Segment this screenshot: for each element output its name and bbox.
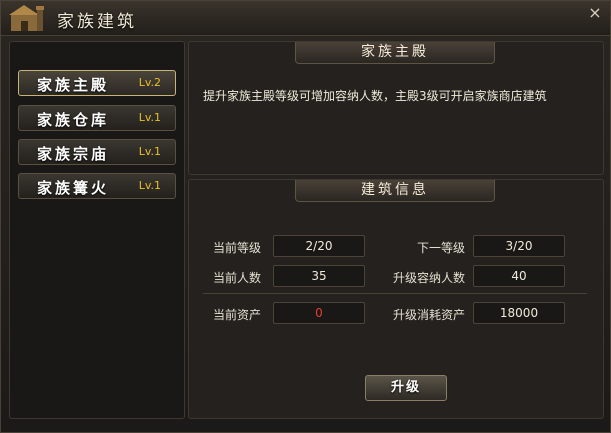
nav-item-label: 家族主殿	[37, 76, 110, 94]
nav-item-label: 家族仓库	[37, 111, 110, 129]
current-level-label: 当前等级	[212, 241, 261, 255]
nav-item-level: Lv.2	[138, 76, 161, 89]
nav-item-label: 家族篝火	[37, 179, 110, 197]
divider	[203, 293, 587, 294]
section-header: 家族主殿	[295, 42, 495, 64]
section-header: 建筑信息	[295, 180, 495, 202]
current-assets-value: 0	[273, 302, 365, 324]
upgrade-capacity-label: 升级容纳人数	[392, 271, 465, 285]
next-level-value: 3/20	[473, 235, 565, 257]
title-bar: 家族建筑 ×	[1, 1, 610, 36]
nav-item-ancestral-temple[interactable]: 家族宗庙 Lv.1	[18, 139, 176, 165]
current-members-label: 当前人数	[212, 271, 261, 285]
next-level-label: 下一等级	[416, 241, 465, 255]
building-description-section: 家族主殿 提升家族主殿等级可增加容纳人数，主殿3级可开启家族商店建筑	[188, 41, 604, 175]
close-icon[interactable]: ×	[586, 4, 604, 22]
upgrade-cost-value: 18000	[473, 302, 565, 324]
nav-item-level: Lv.1	[138, 145, 161, 158]
building-description: 提升家族主殿等级可增加容纳人数，主殿3级可开启家族商店建筑	[203, 89, 547, 103]
upgrade-capacity-value: 40	[473, 265, 565, 287]
current-assets-label: 当前资产	[212, 308, 261, 322]
nav-item-level: Lv.1	[138, 111, 161, 124]
castle-icon	[9, 5, 44, 31]
building-info-section: 建筑信息 当前等级 2/20 下一等级 3/20 当前人数 35 升级容纳人数 …	[188, 179, 604, 419]
upgrade-button[interactable]: 升级	[365, 375, 447, 401]
current-members-value: 35	[273, 265, 365, 287]
nav-item-main-hall[interactable]: 家族主殿 Lv.2	[18, 70, 176, 96]
family-building-window: 家族建筑 × 家族主殿 Lv.2 家族仓库 Lv.1 家族宗庙 Lv.1 家族篝…	[0, 0, 611, 433]
nav-item-label: 家族宗庙	[37, 145, 110, 163]
nav-item-warehouse[interactable]: 家族仓库 Lv.1	[18, 105, 176, 131]
upgrade-cost-label: 升级消耗资产	[392, 308, 465, 322]
nav-item-level: Lv.1	[138, 179, 161, 192]
building-list-panel: 家族主殿 Lv.2 家族仓库 Lv.1 家族宗庙 Lv.1 家族篝火 Lv.1	[9, 41, 185, 419]
detail-panel: 家族主殿 提升家族主殿等级可增加容纳人数，主殿3级可开启家族商店建筑 建筑信息 …	[188, 41, 604, 419]
current-level-value: 2/20	[273, 235, 365, 257]
nav-item-bonfire[interactable]: 家族篝火 Lv.1	[18, 173, 176, 199]
window-title: 家族建筑	[57, 12, 137, 32]
